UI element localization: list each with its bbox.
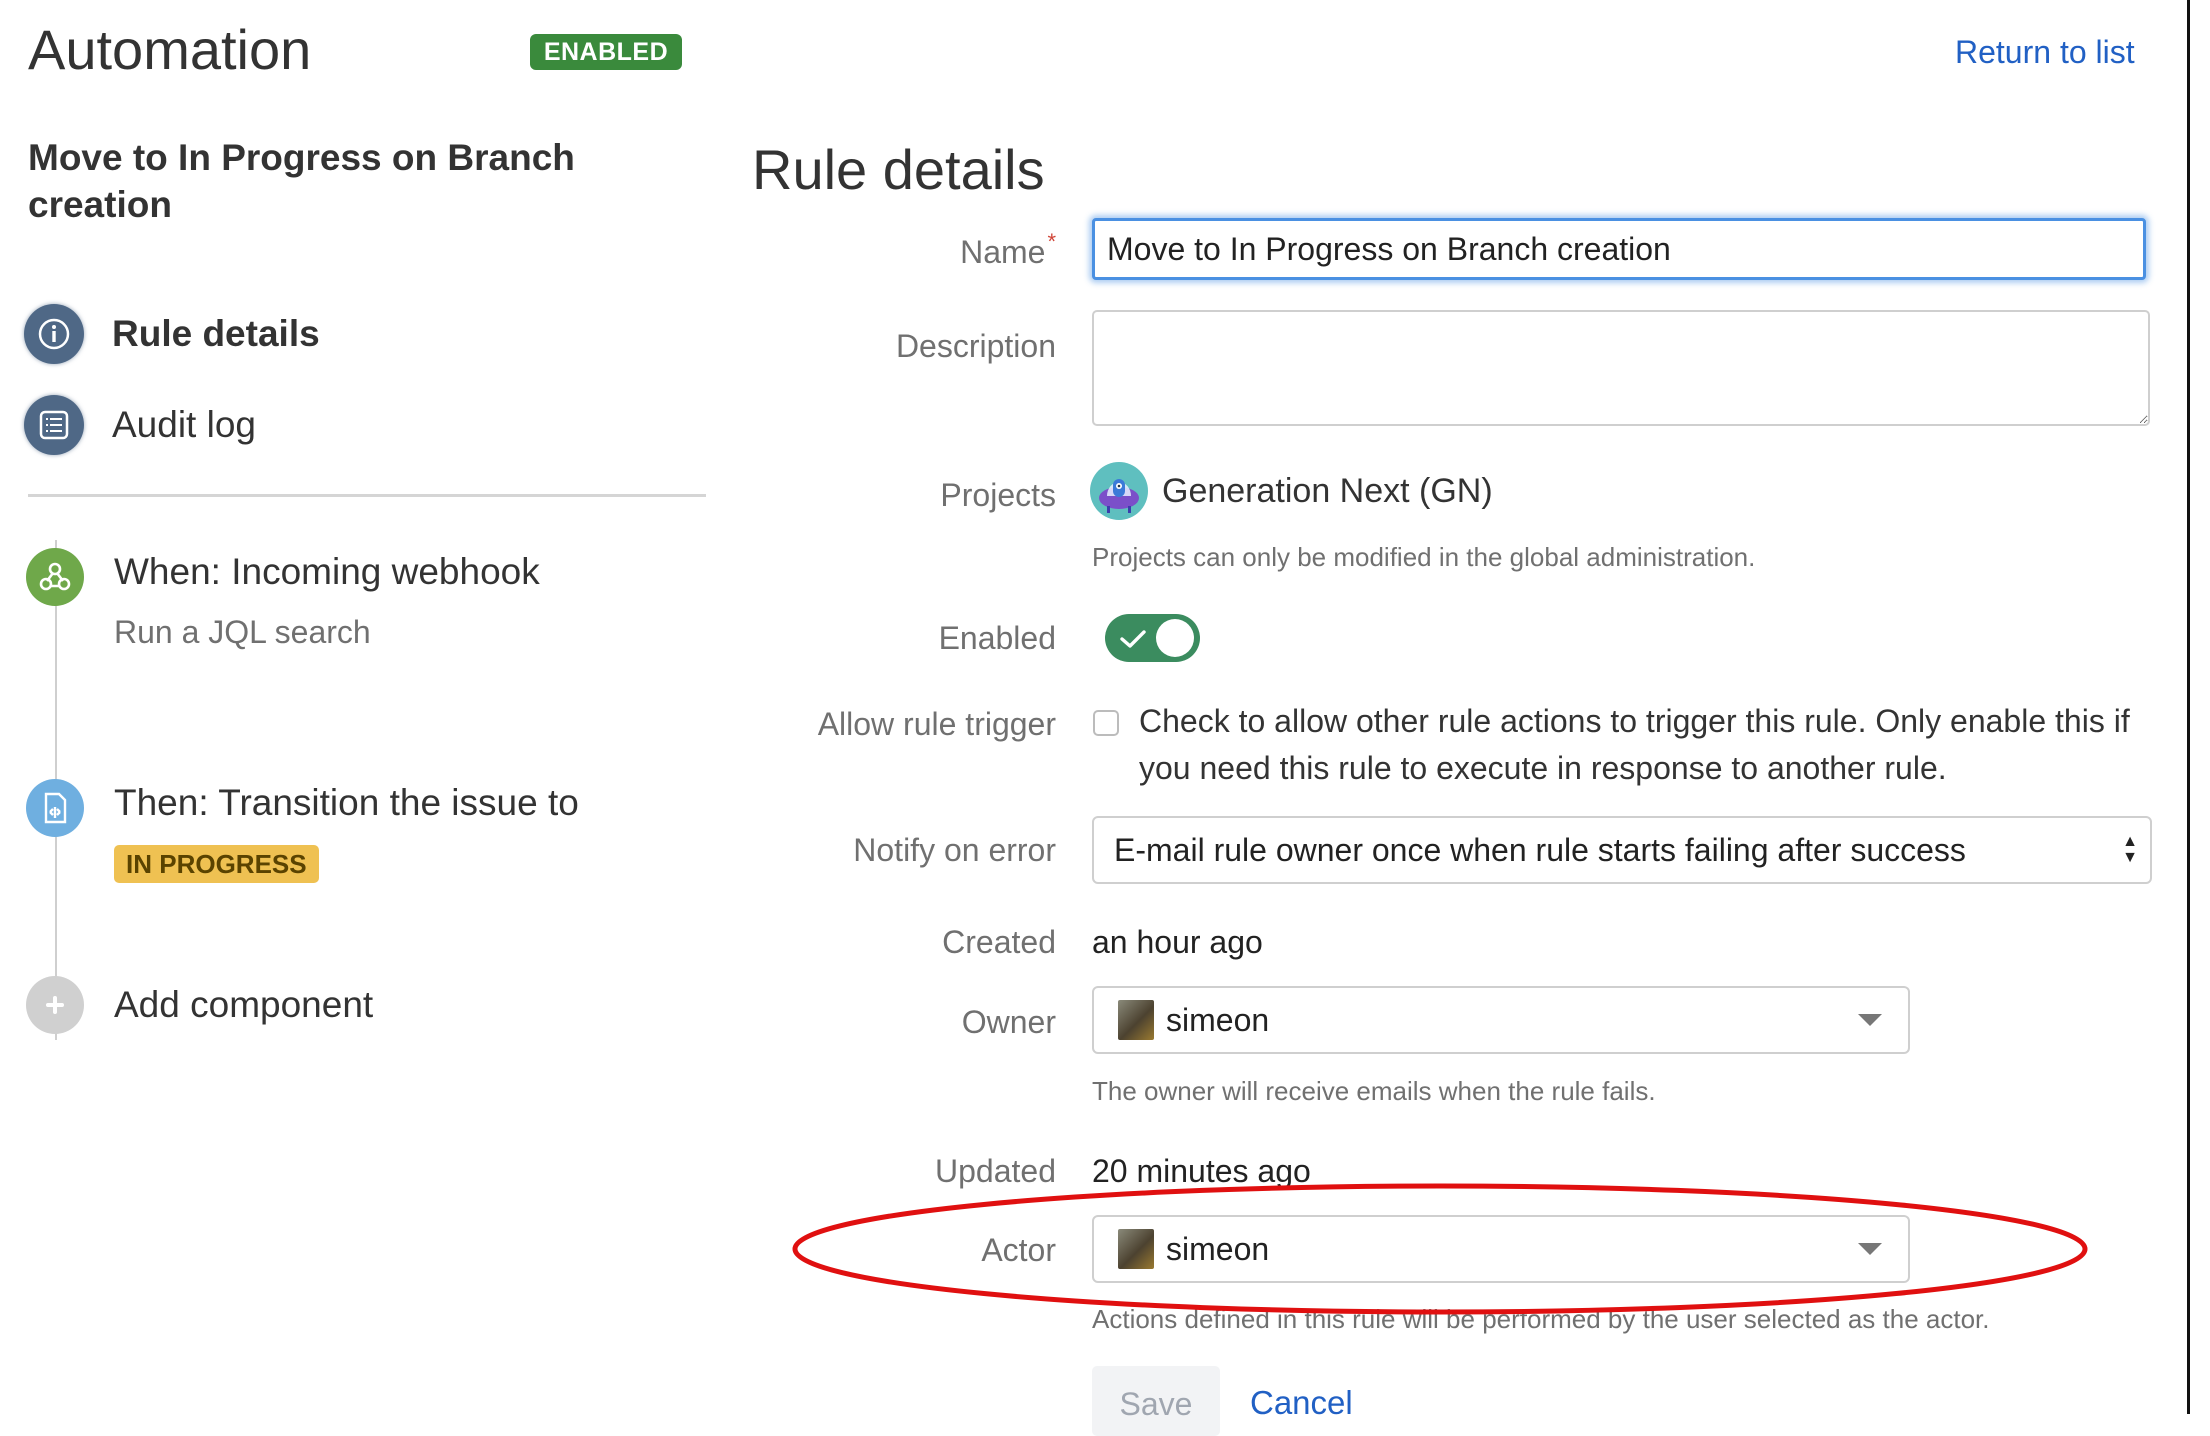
chevron-down-icon — [1858, 1243, 1882, 1255]
notify-on-error-value: E-mail rule owner once when rule starts … — [1114, 831, 1966, 868]
app-title: Automation — [28, 18, 312, 81]
updated-value: 20 minutes ago — [1092, 1153, 1311, 1189]
return-to-list-link[interactable]: Return to list — [1955, 32, 2135, 72]
toggle-knob — [1156, 619, 1194, 657]
window-edge — [2187, 0, 2190, 1414]
allow-rule-trigger-checkbox[interactable] — [1093, 710, 1119, 736]
description-label: Description — [895, 328, 1056, 364]
component-trigger[interactable]: When: Incoming webhook Run a JQL search — [26, 548, 540, 652]
name-input[interactable] — [1092, 218, 2146, 280]
section-title: Rule details — [752, 138, 1045, 201]
actor-value: simeon — [1166, 1230, 1270, 1267]
check-icon — [1120, 630, 1146, 648]
project-value: Generation Next (GN) — [1090, 462, 1493, 520]
project-name: Generation Next (GN) — [1162, 471, 1493, 510]
notify-on-error-select[interactable]: E-mail rule owner once when rule starts … — [1092, 816, 2152, 884]
owner-select[interactable]: simeon — [1092, 986, 1910, 1054]
add-component-label: Add component — [114, 984, 374, 1025]
owner-label: Owner — [961, 1004, 1056, 1040]
required-indicator: * — [1047, 229, 1056, 254]
created-label: Created — [942, 924, 1056, 960]
user-avatar — [1118, 1229, 1154, 1269]
component-action[interactable]: Then: Transition the issue to IN PROGRES… — [26, 779, 579, 883]
enabled-label: Enabled — [938, 620, 1056, 656]
notify-on-error-label: Notify on error — [853, 832, 1056, 868]
nav-label: Audit log — [112, 404, 256, 445]
save-button[interactable]: Save — [1092, 1366, 1220, 1436]
status-lozenge: IN PROGRESS — [114, 845, 319, 883]
add-component-button[interactable]: Add component — [26, 976, 373, 1034]
project-avatar-icon — [1090, 462, 1148, 520]
component-title: When: Incoming webhook — [114, 551, 540, 592]
nav-item-rule-details[interactable]: Rule details — [24, 302, 320, 366]
name-label: Name* — [960, 229, 1056, 270]
allow-rule-trigger-text: Check to allow other rule actions to tri… — [1139, 703, 2130, 786]
projects-label: Projects — [940, 477, 1056, 513]
actor-select[interactable]: simeon — [1092, 1215, 1910, 1283]
select-arrows-icon: ▲ ▼ — [2122, 833, 2138, 866]
transition-icon — [26, 779, 84, 837]
owner-value: simeon — [1166, 1001, 1270, 1038]
info-icon — [24, 304, 84, 364]
sidebar-divider — [28, 494, 706, 497]
component-title: Then: Transition the issue to — [114, 782, 579, 823]
user-avatar — [1118, 1000, 1154, 1040]
actor-label: Actor — [981, 1232, 1056, 1268]
status-badge: ENABLED — [530, 34, 682, 70]
allow-rule-trigger-label: Allow rule trigger — [817, 706, 1056, 742]
updated-label: Updated — [935, 1153, 1056, 1189]
rule-name-heading: Move to In Progress on Branch creation — [28, 137, 575, 225]
component-subtitle: Run a JQL search — [114, 614, 371, 650]
cancel-link[interactable]: Cancel — [1250, 1384, 1353, 1422]
webhook-icon — [26, 548, 84, 606]
list-icon — [24, 395, 84, 455]
actor-help: Actions defined in this rule will be per… — [1092, 1304, 1990, 1334]
projects-help: Projects can only be modified in the glo… — [1092, 542, 1756, 572]
plus-icon — [26, 976, 84, 1034]
owner-help: The owner will receive emails when the r… — [1092, 1076, 1656, 1106]
chevron-down-icon — [1858, 1014, 1882, 1026]
nav-label: Rule details — [112, 313, 320, 354]
description-textarea[interactable] — [1092, 310, 2150, 426]
enabled-toggle[interactable] — [1105, 614, 1200, 662]
nav-item-audit-log[interactable]: Audit log — [24, 393, 256, 457]
created-value: an hour ago — [1092, 924, 1263, 960]
